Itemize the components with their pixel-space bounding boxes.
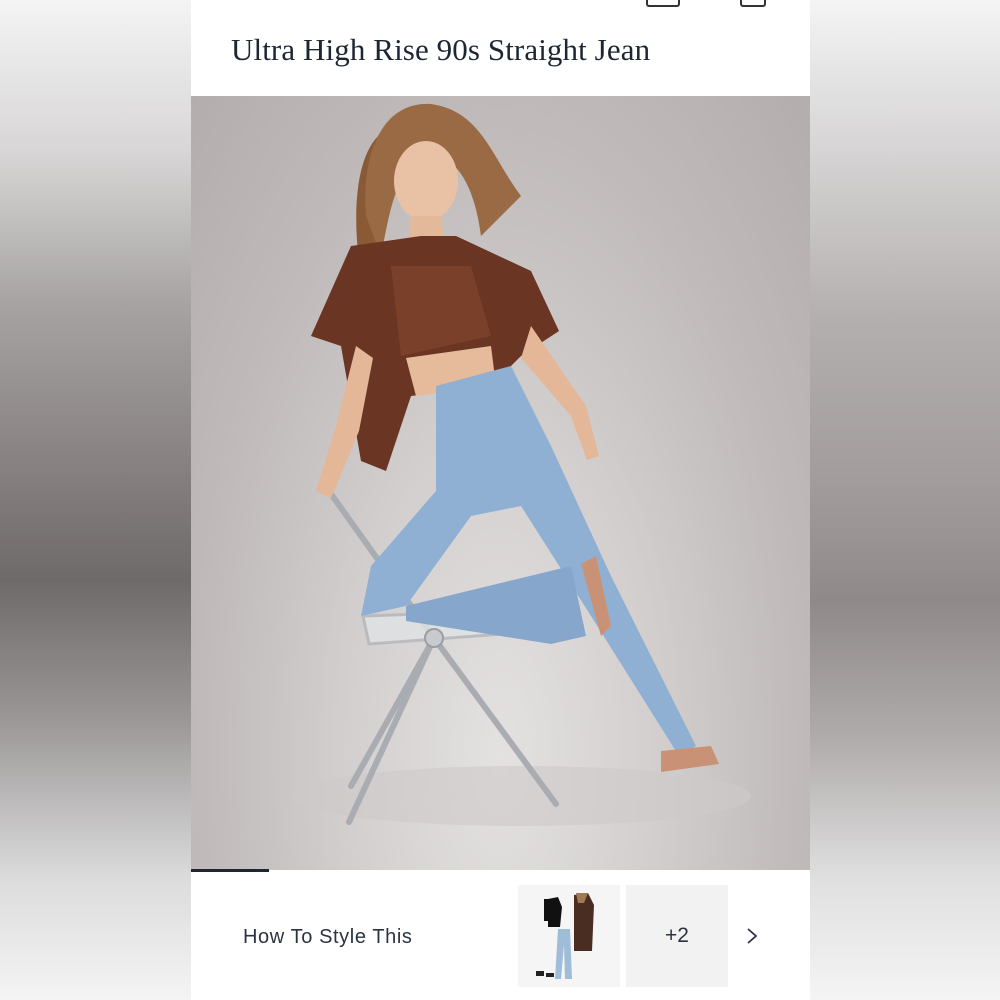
product-title: Ultra High Rise 90s Straight Jean — [231, 32, 651, 67]
bag-icon[interactable] — [646, 0, 680, 7]
more-outfits-tile[interactable]: +2 — [626, 885, 728, 987]
top-toolbar — [646, 0, 766, 8]
background-blur-left — [0, 0, 191, 1000]
style-section-label: How To Style This — [243, 926, 413, 948]
how-to-style-section: How To Style This +2 — [191, 872, 810, 1000]
outfit-thumbnail[interactable] — [518, 885, 620, 987]
product-panel: Ultra High Rise 90s Straight Jean How To… — [191, 0, 810, 1000]
model-illustration — [291, 103, 751, 826]
chevron-right-icon[interactable] — [744, 924, 760, 948]
outfit-icon — [536, 893, 594, 979]
more-outfits-count: +2 — [665, 924, 689, 947]
background-blur-right — [810, 0, 1000, 1000]
product-image[interactable] — [191, 96, 810, 870]
menu-icon[interactable] — [740, 0, 766, 7]
